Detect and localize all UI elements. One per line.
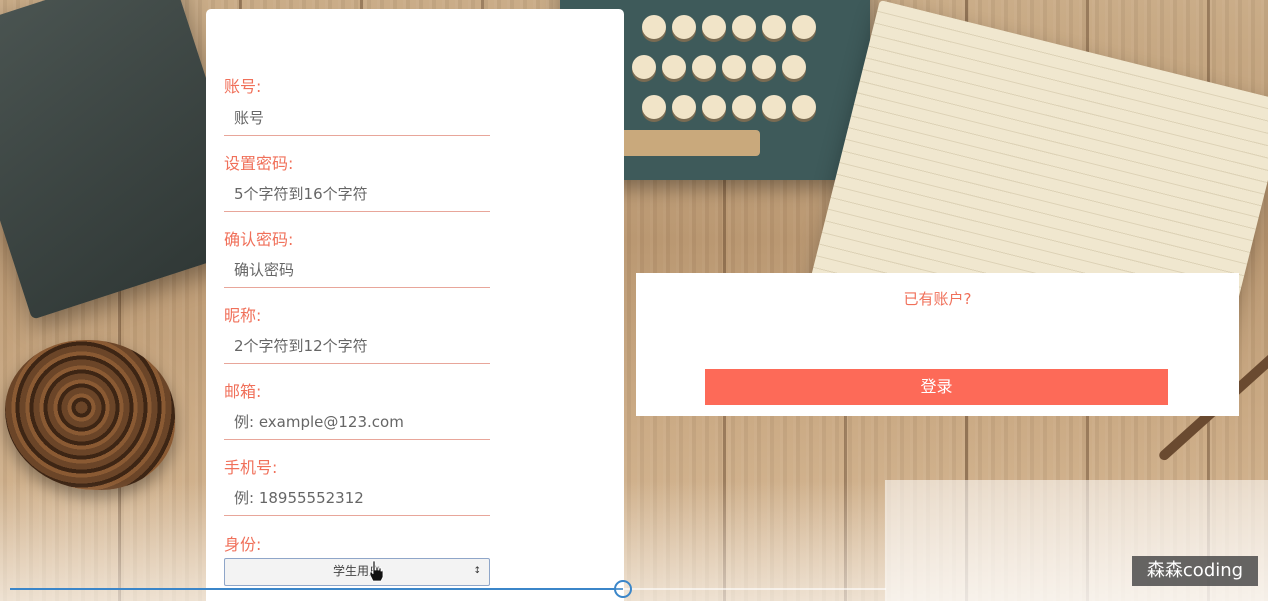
typewriter-key [662,55,686,79]
confirm-password-input[interactable] [224,252,490,288]
login-prompt-panel: 已有账户? 登录 [636,273,1239,416]
typewriter-key [762,15,786,39]
login-button[interactable]: 登录 [705,369,1168,405]
video-progress-fill [10,588,624,590]
identity-select[interactable]: 学生用户 ↕ [224,558,490,586]
account-input[interactable] [224,100,490,136]
typewriter-key [672,15,696,39]
typewriter-key [752,55,776,79]
has-account-text: 已有账户? [903,290,972,308]
email-input[interactable] [224,404,490,440]
typewriter-key [692,55,716,79]
typewriter-key [702,95,726,119]
nickname-input[interactable] [224,328,490,364]
video-progress-bar[interactable] [10,580,886,598]
register-panel: 账号: 设置密码: 确认密码: 昵称: 邮箱: 手机号: 身份: 学生用户 ↕ [206,9,624,601]
watermark: 森森coding [1132,556,1258,586]
typewriter-key [792,15,816,39]
chevron-updown-icon: ↕ [473,566,481,576]
email-label: 邮箱: [224,382,262,401]
phone-input[interactable] [224,480,490,516]
typewriter-key [732,15,756,39]
account-label: 账号: [224,77,262,96]
typewriter-spacebar [620,130,760,156]
typewriter-key [642,15,666,39]
hand-cursor-icon [369,560,384,582]
password-label: 设置密码: [224,154,294,173]
typewriter-key [672,95,696,119]
identity-label: 身份: [224,535,262,554]
confirm-password-label: 确认密码: [224,230,294,249]
typewriter-key [632,55,656,79]
phone-label: 手机号: [224,458,278,477]
nickname-label: 昵称: [224,306,262,325]
typewriter-key [732,95,756,119]
typewriter-key [782,55,806,79]
password-input[interactable] [224,176,490,212]
typewriter-key [792,95,816,119]
typewriter-key [762,95,786,119]
typewriter-key [702,15,726,39]
typewriter-key [642,95,666,119]
typewriter-key [722,55,746,79]
